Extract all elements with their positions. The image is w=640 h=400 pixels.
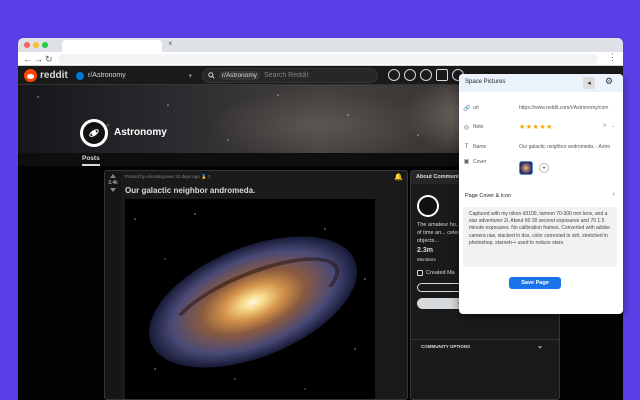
section-title: Page Cover & Icon [465,193,512,199]
window-close-button[interactable] [24,42,30,48]
community-icon [76,71,84,80]
post-meta: Posted by u/xxstargrews 10 days ago 🏅 2 [125,174,211,179]
url-value[interactable]: https://www.reddit.com/r/Astronomy/com [519,105,617,111]
tab-posts[interactable]: Posts [82,155,100,166]
planet-icon [89,129,99,137]
cake-icon [417,270,423,276]
chevron-down-icon: ⌄ [537,343,543,350]
chat-icon[interactable] [420,69,432,81]
post-title[interactable]: Our galactic neighbor andromeda. [125,186,255,195]
search-icon [208,72,215,79]
address-bar[interactable] [58,54,598,64]
property-url[interactable]: 🔗 url https://www.reddit.com/r/Astronomy/… [463,102,617,114]
reload-icon[interactable]: ↻ [45,53,53,65]
downvote-icon[interactable] [110,188,116,192]
tab-close-icon[interactable]: × [168,39,173,48]
chevron-down-icon: ▾ [188,72,192,80]
chevron-left-icon[interactable]: ‹ [613,191,615,198]
image-icon: ▣ [463,159,470,165]
notes-textarea[interactable]: Captured with my nikon d3100, tamron 70-… [463,207,617,267]
name-value[interactable]: Our galactic neighbor andromeda. : Astro [519,144,617,150]
award-count: 2 [207,174,211,179]
members-label: Members [417,257,436,262]
vote-column: 3.4k [105,171,121,399]
property-note[interactable]: ◎ Note ★★★★★ ✕ ⌄ [463,121,617,133]
property-name[interactable]: T Name Our galactic neighbor andromeda. :… [463,141,617,153]
collapse-button[interactable]: ◂ [583,77,595,89]
vote-count: 3.4k [108,180,118,186]
subreddit-avatar [80,119,108,147]
members-count: 2.3m [417,247,433,254]
window-minimize-button[interactable] [33,42,39,48]
popup-title: Space Pictures [465,79,506,85]
forward-arrow-icon[interactable]: → [34,53,43,65]
browser-nav-bar: ← → ↻ ⋮ [18,52,623,66]
about-avatar [417,195,439,217]
back-arrow-icon[interactable]: ← [23,53,32,65]
search-input[interactable]: r/Astronomy Search Reddit [202,68,378,83]
created-date: Created Ma [417,270,455,276]
search-placeholder: Search Reddit [264,72,309,79]
search-scope-chip[interactable]: r/Astronomy [219,71,261,80]
post-card[interactable]: 3.4k Posted by u/xxstargrews 10 days ago… [104,170,408,400]
video-icon[interactable] [436,69,448,81]
clear-icon[interactable]: ✕ [603,123,607,129]
extension-popup: Space Pictures ◂ ⚙ 🔗 url https://www.redd… [459,74,623,314]
bell-icon[interactable]: 🔔 [394,173,403,181]
cover-thumbnail[interactable] [519,161,533,175]
browser-tab-bar: × [18,38,623,52]
community-options[interactable]: COMMUNITY OPTIONS ⌄ [411,339,559,353]
window-maximize-button[interactable] [42,42,48,48]
award-icon: 🏅 [201,174,207,179]
browser-menu-icon[interactable]: ⋮ [608,52,617,63]
property-cover: ▣ Cover + [463,158,617,178]
link-icon: 🔗 [463,105,471,112]
post-image[interactable] [125,199,375,399]
gear-icon[interactable]: ⚙ [605,76,613,87]
popular-icon[interactable] [388,69,400,81]
save-page-button[interactable]: Save Page [509,277,561,289]
reddit-logo-icon[interactable] [24,69,37,82]
community-switcher-label: r/Astronomy [88,72,126,79]
browser-tab[interactable] [62,40,162,52]
target-icon: ◎ [463,124,470,131]
coins-icon[interactable] [404,69,416,81]
subreddit-title: Astronomy [114,127,167,138]
chevron-down-icon[interactable]: ⌄ [611,123,615,129]
reddit-wordmark[interactable]: reddit [40,70,68,81]
add-cover-button[interactable]: + [539,163,549,173]
upvote-icon[interactable] [110,174,116,178]
community-switcher[interactable]: r/Astronomy ▾ [72,68,196,83]
popup-header: Space Pictures ◂ ⚙ [459,74,623,92]
text-icon: T [464,144,469,150]
